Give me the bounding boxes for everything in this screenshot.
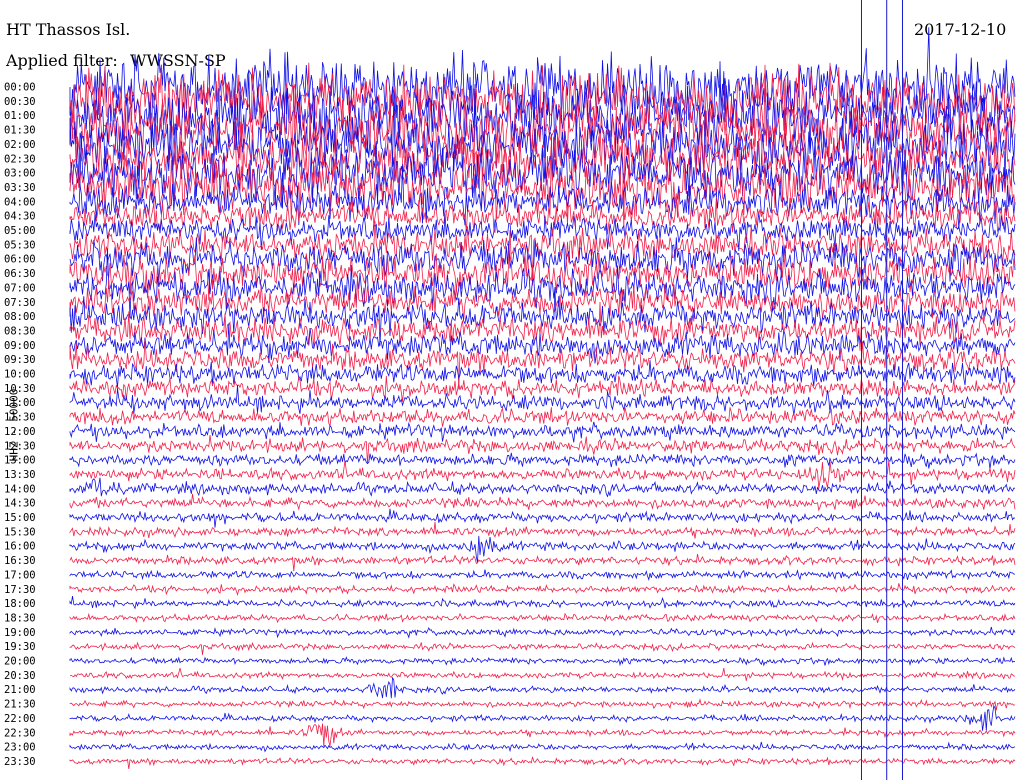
tick-label-1330: 13:30 bbox=[4, 469, 36, 481]
trace-1930 bbox=[69, 641, 1016, 655]
tick-label-1230: 12:30 bbox=[4, 440, 36, 452]
tick-label-0200: 02:00 bbox=[4, 139, 36, 151]
tick-label-0700: 07:00 bbox=[4, 282, 36, 294]
trace-1130 bbox=[69, 406, 1016, 428]
tick-label-1100: 11:00 bbox=[4, 397, 36, 409]
tick-label-0800: 08:00 bbox=[4, 311, 36, 323]
trace-2200 bbox=[69, 704, 1016, 731]
tick-label-0030: 00:30 bbox=[4, 96, 36, 108]
tick-label-1530: 15:30 bbox=[4, 526, 36, 538]
trace-1600 bbox=[69, 535, 1016, 563]
tick-label-0000: 00:00 bbox=[4, 82, 36, 94]
trace-1500 bbox=[69, 508, 1016, 528]
trace-1730 bbox=[69, 583, 1016, 597]
tick-label-2030: 20:30 bbox=[4, 670, 36, 682]
tick-label-2000: 20:00 bbox=[4, 656, 36, 668]
tick-label-0930: 09:30 bbox=[4, 354, 36, 366]
tick-label-0500: 05:00 bbox=[4, 225, 36, 237]
tick-label-1200: 12:00 bbox=[4, 426, 36, 438]
tick-label-1800: 18:00 bbox=[4, 598, 36, 610]
trace-1400 bbox=[69, 477, 1016, 498]
tick-label-1930: 19:30 bbox=[4, 641, 36, 653]
trace-2130 bbox=[69, 698, 1016, 711]
trace-1900 bbox=[69, 626, 1016, 639]
trace-group bbox=[69, 27, 1016, 770]
tick-label-1300: 13:00 bbox=[4, 455, 36, 467]
trace-1700 bbox=[69, 569, 1015, 581]
tick-label-1000: 10:00 bbox=[4, 369, 36, 381]
tick-label-2200: 22:00 bbox=[4, 713, 36, 725]
trace-1330 bbox=[69, 460, 1016, 489]
tick-label-1130: 11:30 bbox=[4, 412, 36, 424]
tick-label-1900: 19:00 bbox=[4, 627, 36, 639]
tick-label-0530: 05:30 bbox=[4, 239, 36, 251]
tick-label-1600: 16:00 bbox=[4, 541, 36, 553]
trace-2000 bbox=[69, 656, 1016, 667]
tick-label-1830: 18:30 bbox=[4, 612, 36, 624]
trace-1230 bbox=[69, 435, 1016, 464]
tick-label-0100: 01:00 bbox=[4, 110, 36, 122]
trace-2230 bbox=[69, 723, 1016, 747]
tick-label-1630: 16:30 bbox=[4, 555, 36, 567]
seismogram-plot: 00:00 00:30 01:00 01:30 02:00 02:30 03:00 03:30… bbox=[4, 0, 1016, 780]
tick-label-0630: 06:30 bbox=[4, 268, 36, 280]
time-tick-labels: 00:00 00:30 01:00 01:30 02:00 02:30 03:00 03:30… bbox=[4, 82, 36, 768]
tick-label-0400: 04:00 bbox=[4, 196, 36, 208]
trace-1630 bbox=[69, 553, 1016, 572]
trace-1430 bbox=[69, 493, 1016, 512]
tick-label-2300: 23:00 bbox=[4, 742, 36, 754]
tick-label-1700: 17:00 bbox=[4, 569, 36, 581]
tick-label-1500: 15:00 bbox=[4, 512, 36, 524]
tick-label-1030: 10:30 bbox=[4, 383, 36, 395]
trace-2330 bbox=[69, 756, 1016, 770]
tick-label-1730: 17:30 bbox=[4, 584, 36, 596]
trace-2030 bbox=[69, 667, 1015, 681]
trace-1530 bbox=[69, 522, 1016, 539]
tick-label-0430: 04:30 bbox=[4, 211, 36, 223]
tick-label-2330: 23:30 bbox=[4, 756, 36, 768]
tick-label-2230: 22:30 bbox=[4, 727, 36, 739]
tick-label-0600: 06:00 bbox=[4, 254, 36, 266]
tick-label-2130: 21:30 bbox=[4, 699, 36, 711]
tick-label-0330: 03:30 bbox=[4, 182, 36, 194]
tick-label-0130: 01:30 bbox=[4, 125, 36, 137]
trace-1300 bbox=[69, 452, 1016, 470]
tick-label-0830: 08:30 bbox=[4, 325, 36, 337]
tick-label-0300: 03:00 bbox=[4, 168, 36, 180]
tick-label-2100: 21:00 bbox=[4, 684, 36, 696]
tick-label-0900: 09:00 bbox=[4, 340, 36, 352]
tick-label-1430: 14:30 bbox=[4, 498, 36, 510]
trace-0000 bbox=[69, 27, 1016, 141]
trace-1200 bbox=[69, 421, 1016, 443]
trace-1800 bbox=[69, 595, 1016, 611]
trace-2100 bbox=[69, 677, 1016, 699]
tick-label-1400: 14:00 bbox=[4, 483, 36, 495]
tick-label-0230: 02:30 bbox=[4, 153, 36, 165]
trace-1830 bbox=[69, 612, 1016, 624]
trace-2300 bbox=[69, 741, 1016, 753]
tick-label-0730: 07:30 bbox=[4, 297, 36, 309]
